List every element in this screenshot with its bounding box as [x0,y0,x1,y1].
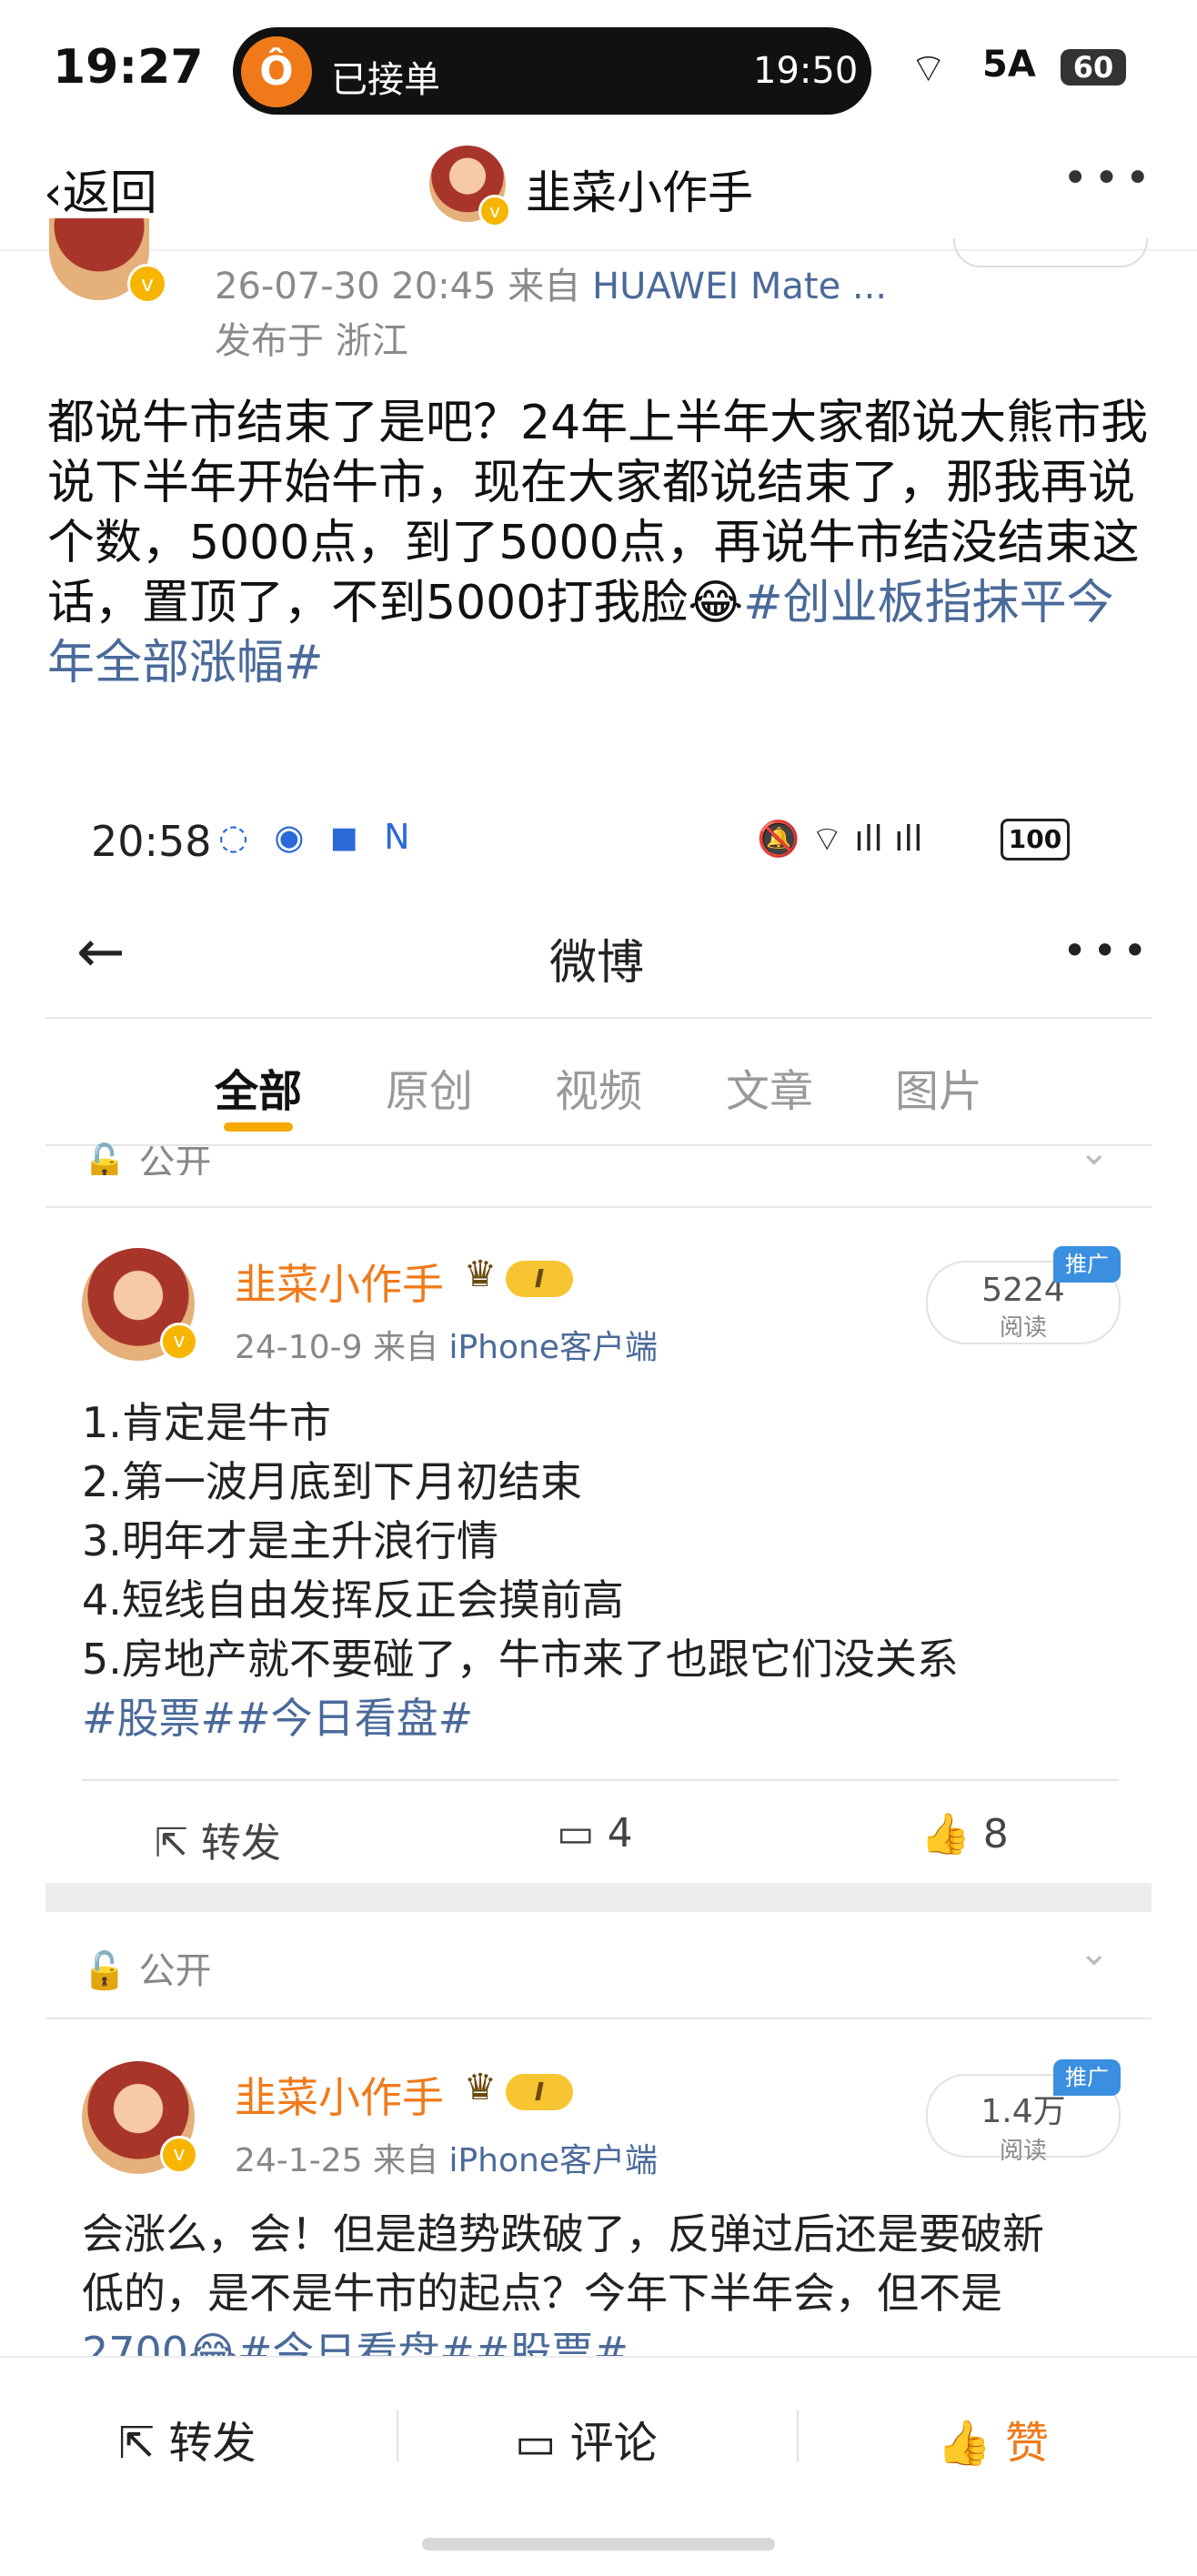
back-label: 返回 [62,166,157,221]
tab-original[interactable]: 原创 [386,1055,473,1119]
back-button[interactable]: ‹返回 [44,155,157,223]
chevron-down-icon[interactable]: ⌄ [1079,1932,1110,1974]
promo-badge[interactable]: 推广 [1053,2059,1121,2096]
share-icon: ⇱ [118,2418,156,2469]
list-item: 4.短线自由发挥反正会摸前高 [82,1575,624,1625]
post-meta: 26-07-30 20:45 来自 HUAWEI Mate ... [215,266,888,307]
post-location: 发布于 浙江 [215,320,408,362]
verified-icon: v [478,195,511,227]
chevron-down-icon[interactable]: ⌄ [1079,1132,1110,1172]
tab-article[interactable]: 文章 [726,1055,813,1119]
embedded-title: 微博 [549,936,645,991]
list-item: 2.第一波月底到下月初结束 [82,1457,582,1506]
card-separator [45,1883,1152,1912]
more-icon[interactable]: ••• [1062,153,1156,204]
card-text-line: 低的，是不是牛市的起点？今年下半年会，但不是 [82,2269,1002,2318]
like-button[interactable]: 👍 8 [920,1810,1009,1857]
divider [45,1206,1152,1208]
comment-icon: ▭ [515,2418,557,2469]
lock-icon: 🔓 [82,1950,127,1992]
tab-video[interactable]: 视频 [555,1055,642,1119]
public-visibility: 🔓 公开 [82,1950,212,1992]
card-hashtags[interactable]: #股票##今日看盘# [82,1689,1119,1748]
pill-status-text: 已接单 [331,59,440,101]
embedded-battery: 100 [1001,819,1070,860]
thumbs-up-icon: 👍 [920,1811,971,1857]
divider [397,2410,398,2461]
card-author-name[interactable]: 韭菜小作手 [235,2065,444,2125]
comment-icon: ▭ [557,1810,595,1857]
home-indicator[interactable] [422,2538,775,2551]
repost-button[interactable]: ⇱ 转发 [118,2407,256,2470]
tab-image[interactable]: 图片 [895,1055,982,1119]
card-text-line: 会涨么，会！但是趋势跌破了，反弹过后还是要破新 [82,2209,1044,2259]
share-icon: ⇱ [155,1820,188,1867]
embedded-status-icons: 🔕 ⌔ ıll ıll [757,819,923,859]
tab-all[interactable]: 全部 [215,1055,302,1119]
like-button[interactable]: 👍 赞 [937,2407,1049,2470]
embedded-status-time: 20:58 [91,817,212,866]
list-item: 3.明年才是主升浪行情 [82,1516,498,1565]
card-meta: 24-10-9 来自 iPhone客户端 [235,1329,658,1366]
arrow-left-icon[interactable]: ← [76,919,126,986]
divider [82,1779,1119,1781]
crown-icon: ♛ [464,1253,497,1295]
level-badge: I [506,2074,573,2110]
more-icon[interactable]: ••• [1062,926,1152,975]
pill-time: 19:50 [753,50,859,92]
embedded-app-icons: ◌ ◉ ◼ N [218,817,417,857]
verified-icon: v [127,264,167,304]
divider [797,2410,799,2461]
card-meta: 24-1-25 来自 iPhone客户端 [235,2142,658,2179]
chevron-left-icon: ‹ [44,166,63,221]
wifi-icon: ⌔ [910,45,948,92]
post-body: 都说牛市结束了是吧？24年上半年大家都说大熊市我说下半年开始牛市，现在大家都说结… [47,393,1157,693]
public-visibility: 🔓 公开 [82,1133,212,1175]
divider [45,1017,1152,1019]
page-title: 韭菜小作手 [526,166,753,219]
comment-button[interactable]: ▭ 4 [557,1810,633,1857]
post-source-link[interactable]: HUAWEI Mate ... [592,266,887,307]
list-item: 1.肯定是牛市 [82,1398,331,1447]
follow-button[interactable] [953,238,1148,267]
card-body: 会涨么，会！但是趋势跌破了，反弹过后还是要破新 低的，是不是牛市的起点？今年下半… [82,2205,1137,2356]
card-body: 1.肯定是牛市 2.第一波月底到下月初结束 3.明年才是主升浪行情 4.短线自由… [82,1394,1119,1748]
card-text-line: 2700😂#今日看盘##股票# [82,2328,629,2356]
verified-icon: v [160,1323,198,1361]
verified-icon: v [160,2136,198,2174]
list-item: 5.房地产就不要碰了，牛市来了也跟它们没关系 [82,1635,959,1684]
divider [0,2356,1197,2358]
status-time: 19:27 [53,40,204,95]
signal-label: 5A [982,44,1036,86]
order-app-icon: Ô [241,36,312,107]
comment-button[interactable]: ▭ 评论 [515,2407,658,2470]
tab-underline [224,1122,293,1132]
card-author-name[interactable]: 韭菜小作手 [235,1252,444,1312]
crown-icon: ♛ [464,2067,497,2108]
level-badge: I [506,1261,573,1297]
repost-button[interactable]: ⇱ 转发 [155,1810,281,1868]
divider [45,2018,1152,2019]
lock-icon: 🔓 [82,1142,127,1175]
thumbs-up-icon: 👍 [937,2418,991,2469]
promo-badge[interactable]: 推广 [1053,1246,1121,1283]
battery-indicator: 60 [1061,49,1126,86]
